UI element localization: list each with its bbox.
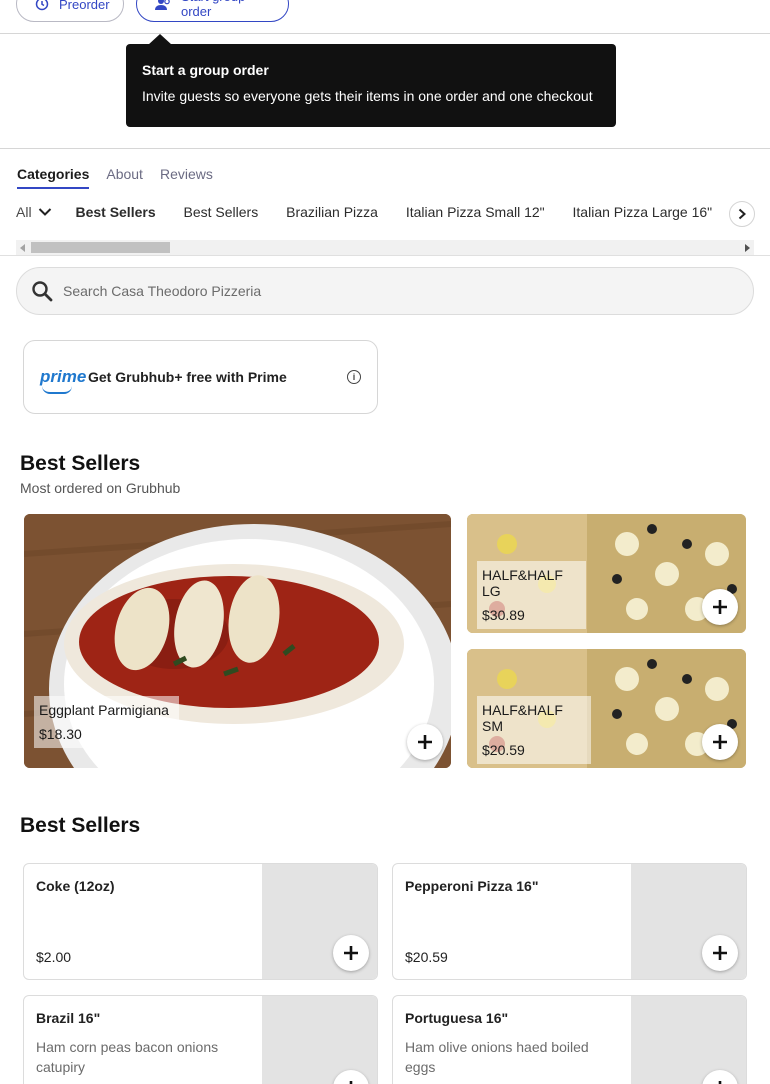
menu-item-card[interactable]: Brazil 16" Ham corn peas bacon onions ca…: [23, 995, 378, 1084]
menu-item-card[interactable]: Portuguesa 16" Ham olive onions haed boi…: [392, 995, 747, 1084]
menu-item-card[interactable]: Pepperoni Pizza 16" $20.59: [392, 863, 747, 980]
featured-item-label: HALF&HALF SM $20.59: [477, 696, 591, 764]
item-price: $30.89: [482, 607, 525, 623]
prime-logo: prime: [40, 367, 87, 394]
item-name: HALF&HALF LG: [482, 567, 563, 599]
divider: [0, 255, 770, 256]
tooltip-title: Start a group order: [142, 62, 269, 78]
item-image-placeholder: [631, 996, 746, 1084]
menu-item-card[interactable]: Coke (12oz) $2.00: [23, 863, 378, 980]
item-description: Ham corn peas bacon onions catupiry: [36, 1039, 219, 1075]
item-image-placeholder: [262, 996, 377, 1084]
item-description: Ham olive onions haed boiled eggs: [405, 1039, 589, 1075]
menu-search-bar: [16, 267, 754, 315]
tab-categories[interactable]: Categories: [17, 166, 90, 189]
plus-icon: [713, 946, 727, 960]
scroll-right-arrow[interactable]: [745, 244, 750, 252]
plus-icon: [344, 946, 358, 960]
tab-about[interactable]: About: [106, 166, 143, 189]
plus-icon: [718, 1081, 722, 1084]
featured-section-subtitle: Most ordered on Grubhub: [20, 480, 181, 496]
all-label: All: [16, 204, 32, 220]
start-group-order-button[interactable]: Start group order: [136, 0, 289, 22]
item-price: $20.59: [482, 742, 525, 758]
plus-icon: [418, 735, 432, 749]
featured-item-half-half-sm[interactable]: HALF&HALF SM $20.59: [467, 649, 746, 768]
category-italian-pizza-large[interactable]: Italian Pizza Large 16": [573, 204, 713, 220]
item-price: $18.30: [39, 726, 82, 742]
add-item-button[interactable]: [333, 935, 369, 971]
search-icon: [32, 281, 53, 302]
tab-reviews[interactable]: Reviews: [160, 166, 213, 189]
group-order-tooltip: Start a group order Invite guests so eve…: [126, 34, 616, 127]
category-italian-pizza-small[interactable]: Italian Pizza Small 12": [406, 204, 545, 220]
all-categories-dropdown[interactable]: All: [16, 204, 52, 220]
category-next-button[interactable]: [729, 201, 755, 227]
item-name: Portuguesa 16": [405, 1010, 509, 1026]
chevron-down-icon: [38, 208, 51, 216]
preorder-label: Preorder: [59, 0, 110, 12]
group-order-label: Start group order: [181, 0, 245, 19]
people-icon: [155, 0, 170, 10]
horizontal-scrollbar[interactable]: [16, 240, 754, 255]
featured-item-eggplant-parmigiana[interactable]: Eggplant Parmigiana $18.30: [24, 514, 451, 768]
item-name: Coke (12oz): [36, 878, 115, 894]
category-best-sellers[interactable]: Best Sellers: [75, 204, 155, 220]
prime-promo-text: Get Grubhub+ free with Prime: [88, 369, 287, 385]
featured-item-label: Eggplant Parmigiana $18.30: [34, 696, 179, 748]
plus-icon: [349, 1081, 353, 1084]
category-brazilian-pizza[interactable]: Brazilian Pizza: [286, 204, 378, 220]
prime-promo-card[interactable]: prime Get Grubhub+ free with Prime i: [23, 340, 378, 414]
chevron-right-icon: [738, 208, 746, 220]
add-item-button[interactable]: [702, 935, 738, 971]
info-icon[interactable]: i: [347, 370, 361, 384]
plus-icon: [713, 600, 727, 614]
featured-item-half-half-lg[interactable]: HALF&HALF LG $30.89: [467, 514, 746, 633]
item-name: HALF&HALF SM: [482, 702, 563, 734]
plus-icon: [713, 735, 727, 749]
search-input[interactable]: [63, 283, 663, 299]
item-price: $2.00: [36, 949, 72, 965]
featured-item-label: HALF&HALF LG $30.89: [477, 561, 586, 629]
divider: [0, 148, 770, 149]
add-item-button[interactable]: [407, 724, 443, 760]
add-item-button[interactable]: [702, 589, 738, 625]
category-strip: All Best Sellers Best Sellers Brazilian …: [16, 204, 754, 226]
item-price: $20.59: [405, 949, 448, 965]
featured-section-title: Best Sellers: [20, 452, 141, 475]
preorder-button[interactable]: Preorder: [16, 0, 124, 22]
category-best-sellers-2[interactable]: Best Sellers: [184, 204, 259, 220]
scroll-left-arrow[interactable]: [20, 244, 25, 252]
item-name: Pepperoni Pizza 16": [405, 878, 539, 894]
menu-section-title: Best Sellers: [20, 814, 141, 837]
add-item-button[interactable]: [702, 724, 738, 760]
tooltip-body: Invite guests so everyone gets their ite…: [142, 88, 593, 104]
item-name: Brazil 16": [36, 1010, 101, 1026]
restaurant-tabs: Categories About Reviews: [17, 166, 213, 189]
scrollbar-thumb[interactable]: [31, 242, 170, 253]
clock-icon: [35, 0, 49, 11]
item-name: Eggplant Parmigiana: [39, 702, 169, 718]
action-bar: Preorder Start group order: [0, 0, 770, 34]
